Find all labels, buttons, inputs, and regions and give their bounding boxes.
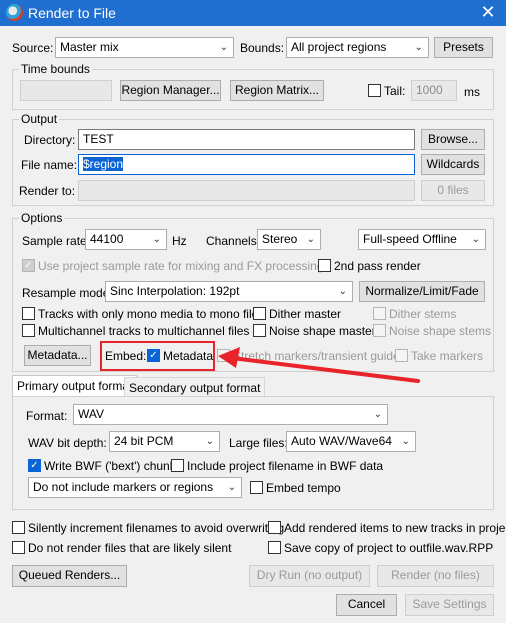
annotation-arrow — [218, 347, 420, 383]
